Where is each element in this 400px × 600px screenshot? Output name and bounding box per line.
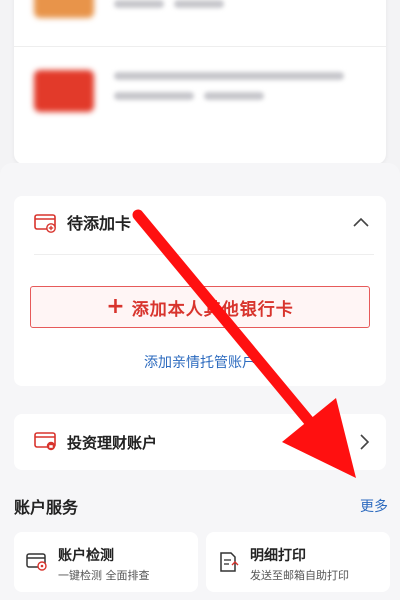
blurred-text <box>114 72 344 80</box>
pending-cards-title: 待添加卡 <box>67 214 132 233</box>
investment-account-label: 投资理财账户 <box>67 434 158 452</box>
add-bank-card-button[interactable]: + 添加本人其他银行卡 <box>30 286 370 328</box>
service-description: 一键检测 全面排查 <box>58 569 150 582</box>
blurred-text <box>204 92 264 100</box>
blurred-text <box>114 92 194 100</box>
add-bank-card-label: 添加本人其他银行卡 <box>131 299 294 320</box>
blurred-text <box>174 0 224 8</box>
add-family-trust-account-link[interactable]: 添加亲情托管账户 <box>14 352 386 372</box>
bank-logo <box>34 70 94 112</box>
service-name: 账户检测 <box>58 548 114 564</box>
investment-account-row[interactable]: 投资理财账户 <box>14 414 386 470</box>
card-check-icon <box>26 553 47 571</box>
more-services-link[interactable]: 更多 <box>360 496 388 516</box>
linked-cards-list <box>14 0 386 164</box>
plus-icon: + <box>106 294 126 319</box>
document-print-icon <box>220 552 239 572</box>
linked-card-row[interactable] <box>34 0 364 38</box>
service-description: 发送至邮箱自助打印 <box>250 569 349 582</box>
linked-card-row[interactable] <box>34 70 364 120</box>
account-services-title: 账户服务 <box>14 498 79 517</box>
card-add-icon <box>34 214 56 233</box>
bank-logo <box>34 0 94 18</box>
pending-cards-panel: 待添加卡 + 添加本人其他银行卡 添加亲情托管账户 <box>14 196 386 386</box>
divider <box>34 254 374 255</box>
service-statement-print[interactable]: 明细打印 发送至邮箱自助打印 <box>206 532 390 592</box>
chevron-right-icon <box>360 434 370 450</box>
card-lock-icon <box>34 432 56 451</box>
service-name: 明细打印 <box>250 548 306 564</box>
linked-cards-area <box>0 0 400 165</box>
service-account-check[interactable]: 账户检测 一键检测 全面排查 <box>14 532 198 592</box>
pending-cards-header[interactable]: 待添加卡 <box>14 196 386 254</box>
chevron-up-icon[interactable] <box>352 216 370 228</box>
blurred-text <box>114 0 164 8</box>
divider <box>14 46 386 47</box>
